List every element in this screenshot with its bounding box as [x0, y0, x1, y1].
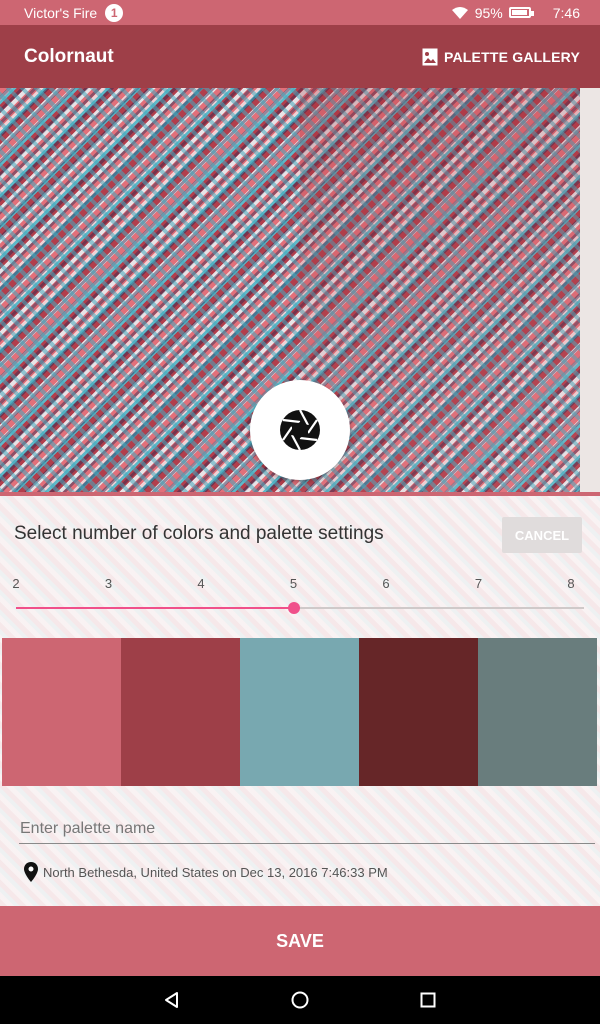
color-swatch[interactable]: [121, 638, 240, 786]
slider-tick-label: 6: [382, 576, 390, 591]
palette-gallery-button[interactable]: PALETTE GALLERY: [422, 48, 580, 66]
palette-settings-panel: Select number of colors and palette sett…: [0, 496, 600, 906]
slider-tick-label: 8: [567, 576, 575, 591]
slider-thumb[interactable]: [287, 602, 300, 614]
slider-tick-label: 2: [12, 576, 20, 591]
color-count-slider[interactable]: [16, 602, 584, 614]
camera-aperture-icon: [280, 409, 320, 451]
palette-swatches: [2, 638, 597, 786]
navigation-bar: [0, 976, 600, 1024]
location-info: North Bethesda, United States on Dec 13,…: [24, 862, 388, 882]
save-button[interactable]: SAVE: [0, 906, 600, 976]
map-pin-icon: [24, 862, 38, 882]
status-carrier: Victor's Fire 1: [24, 3, 124, 22]
slider-fill: [16, 607, 294, 609]
slider-tick-label: 3: [104, 576, 113, 591]
back-triangle-icon: [165, 992, 178, 1008]
notification-badge: 1: [105, 3, 124, 22]
palette-gallery-label: PALETTE GALLERY: [444, 48, 580, 65]
shutter-button[interactable]: [250, 380, 350, 480]
cancel-button[interactable]: CANCEL: [502, 517, 582, 553]
recents-square-icon: [420, 992, 436, 1008]
carrier-name: Victor's Fire: [24, 4, 98, 21]
recents-button[interactable]: [418, 990, 438, 1010]
home-button[interactable]: [290, 990, 310, 1010]
panel-heading: Select number of colors and palette sett…: [14, 523, 384, 544]
panel-divider: [0, 492, 600, 496]
image-icon: [422, 48, 438, 65]
slider-ticks: 2 3 4 5 6 7 8: [0, 576, 600, 592]
color-swatch[interactable]: [478, 638, 597, 786]
slider-tick-label: 4: [197, 576, 205, 591]
palette-name-input[interactable]: [19, 814, 595, 844]
color-swatch[interactable]: [2, 638, 121, 786]
wifi-icon: [451, 6, 468, 19]
status-bar: Victor's Fire 1 95% 7:46: [0, 0, 600, 25]
app-title: Colornaut: [24, 45, 114, 67]
battery-percent: 95%: [474, 4, 503, 21]
color-swatch[interactable]: [240, 638, 359, 786]
app-bar: Colornaut PALETTE GALLERY: [0, 25, 600, 88]
status-right: 95% 7:46: [451, 5, 580, 21]
battery-icon: [508, 7, 534, 18]
color-swatch[interactable]: [359, 638, 478, 786]
home-circle-icon: [291, 991, 309, 1009]
camera-preview-edge: [580, 88, 600, 493]
clock: 7:46: [552, 4, 580, 21]
slider-tick-label: 5: [289, 576, 298, 591]
slider-tick-label: 7: [474, 576, 483, 591]
location-text: North Bethesda, United States on Dec 13,…: [43, 864, 388, 880]
back-button[interactable]: [162, 990, 182, 1010]
